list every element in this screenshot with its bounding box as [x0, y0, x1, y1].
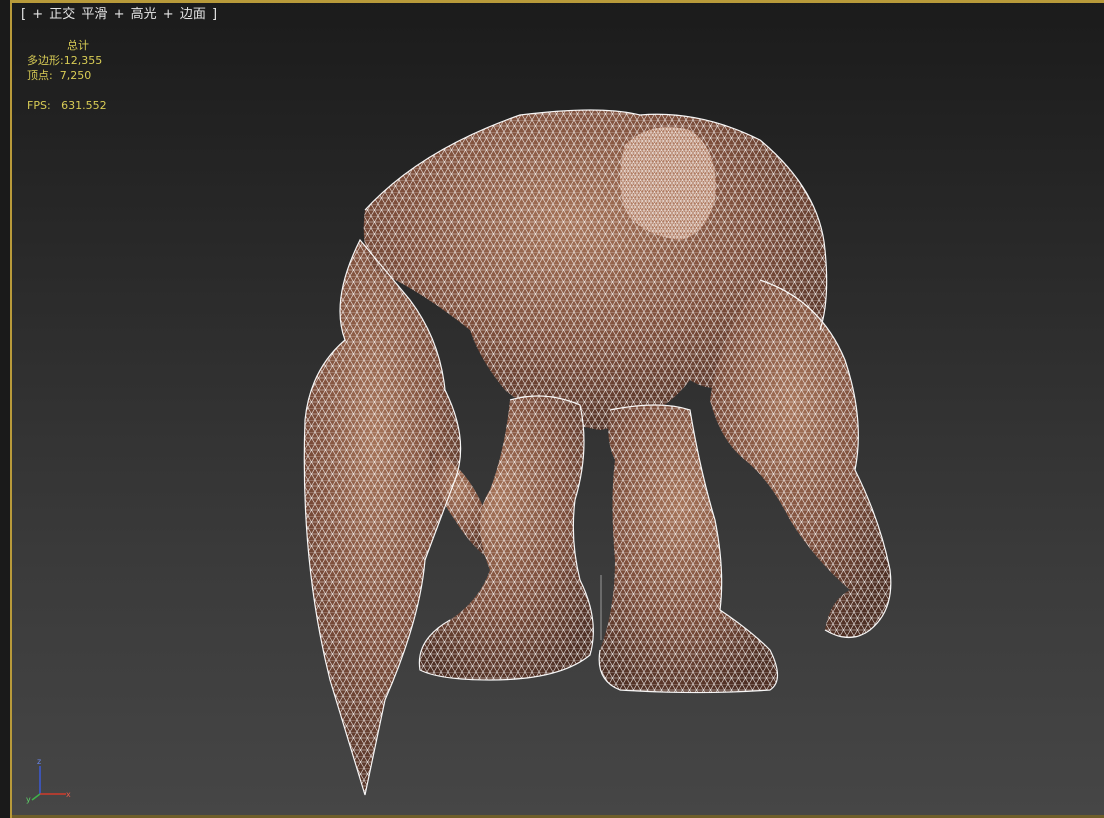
stats-polygons-value: 12,355 — [63, 54, 103, 67]
viewport-edged-faces-menu[interactable]: 边面 — [179, 7, 207, 22]
viewport-label-menu[interactable]: [ + 正交 平滑 + 高光 + 边面 ] — [20, 6, 218, 24]
axis-z-label: z — [37, 757, 41, 766]
viewport-frame-left — [0, 0, 12, 818]
viewport-highlight-menu[interactable]: 高光 — [130, 7, 158, 22]
viewport-plus-menu[interactable]: + — [31, 7, 44, 22]
axis-x-label: x — [66, 790, 71, 799]
axis-tripod-icon: z x y — [26, 757, 71, 804]
stats-fps-label: FPS: — [27, 99, 51, 112]
perspective-viewport[interactable]: [ + 正交 平滑 + 高光 + 边面 ] 总计 多边形:12,355 顶点: … — [0, 0, 1104, 818]
stats-fps: FPS: 631.552 — [27, 98, 107, 113]
stats-polygons-label: 多边形: — [27, 54, 64, 67]
stats-fps-value: 631.552 — [61, 99, 107, 112]
stats-vertices-label: 顶点: — [27, 69, 53, 82]
axis-y-label: y — [26, 795, 31, 804]
viewport-label-open-bracket: [ — [21, 7, 27, 22]
stats-polygons: 多边形:12,355 — [27, 53, 107, 68]
viewport-active-border — [12, 0, 1104, 3]
viewport-separator: + — [113, 7, 125, 22]
stats-header: 总计 — [67, 39, 89, 52]
golem-model-mesh[interactable] — [0, 0, 1104, 818]
stats-vertices-value: 7,250 — [59, 69, 92, 82]
stats-vertices: 顶点: 7,250 — [27, 68, 107, 83]
viewport-separator: + — [162, 7, 174, 22]
viewport-shading-menu[interactable]: 平滑 — [80, 7, 108, 22]
viewport-label-close-bracket: ] — [211, 7, 218, 22]
viewport-view-menu[interactable]: 正交 — [48, 7, 76, 22]
golem-body — [303, 109, 892, 796]
viewport-statistics: 总计 多边形:12,355 顶点: 7,250 FPS: 631.552 — [27, 38, 107, 113]
